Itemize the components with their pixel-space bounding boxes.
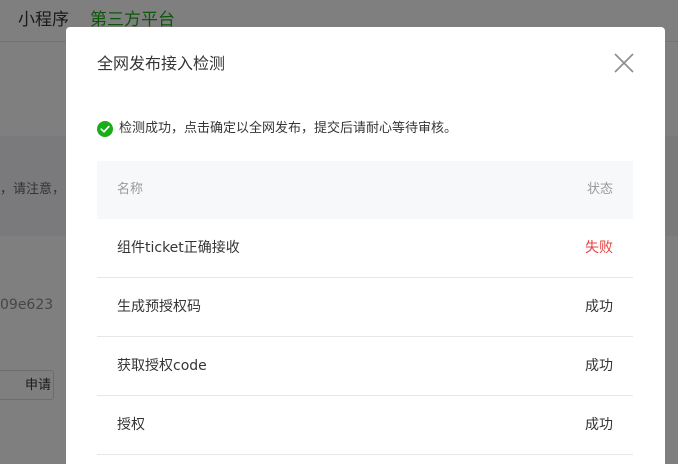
close-button[interactable] [611, 50, 637, 76]
dialog-title: 全网发布接入检测 [97, 54, 226, 73]
row-status: 成功 [585, 299, 613, 315]
release-check-dialog: 全网发布接入检测 检测成功，点击确定以全网发布，提交后请耐心等待审核。 名称 状… [66, 27, 665, 464]
success-message: 检测成功，点击确定以全网发布，提交后请耐心等待审核。 [97, 120, 457, 138]
row-status: 成功 [585, 358, 613, 374]
table-row: 授权 成功 [97, 396, 633, 455]
row-name: 授权 [117, 417, 145, 433]
table-header: 名称 状态 [97, 161, 633, 219]
close-icon [614, 53, 634, 73]
success-text: 检测成功，点击确定以全网发布，提交后请耐心等待审核。 [119, 121, 458, 136]
table-row: 生成预授权码 成功 [97, 278, 633, 337]
row-name: 获取授权code [117, 358, 207, 374]
row-status: 失败 [585, 240, 613, 256]
column-header-status: 状态 [586, 182, 613, 197]
row-name: 生成预授权码 [117, 299, 201, 315]
row-name: 组件ticket正确接收 [117, 240, 240, 256]
row-status: 成功 [585, 417, 613, 433]
column-header-name: 名称 [117, 182, 144, 197]
table-row: 组件ticket正确接收 失败 [97, 219, 633, 278]
check-table: 名称 状态 组件ticket正确接收 失败 生成预授权码 成功 获取授权code… [97, 161, 633, 455]
check-circle-icon [97, 121, 113, 137]
table-row: 获取授权code 成功 [97, 337, 633, 396]
